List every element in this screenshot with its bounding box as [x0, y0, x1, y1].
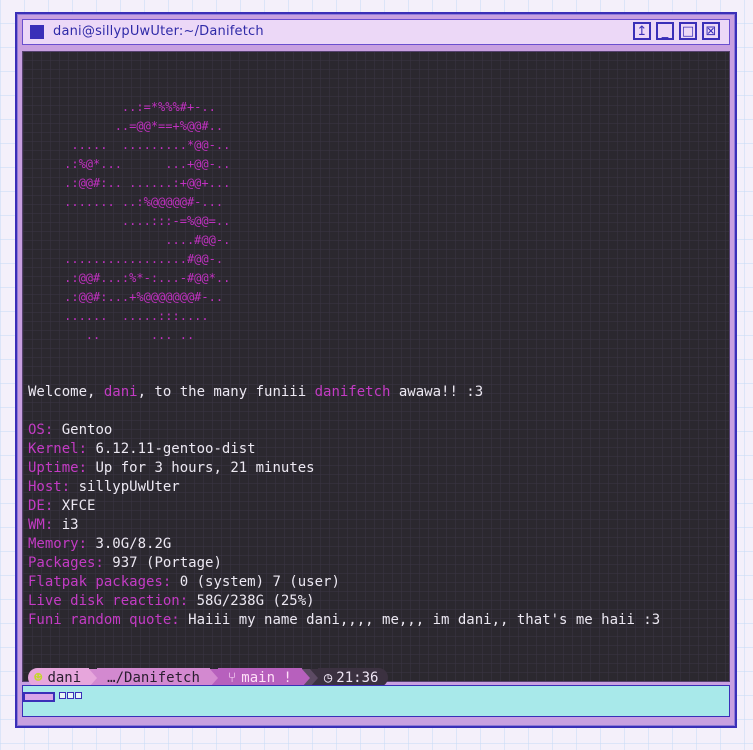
prompt-path: …/Danifetch: [107, 669, 200, 686]
info-key: Packages:: [28, 555, 104, 571]
welcome-suffix: awawa!! :3: [390, 384, 484, 400]
segment-separator-icon: [301, 668, 310, 687]
workspace-bar: [22, 685, 730, 717]
info-row-os: OS: Gentoo: [28, 421, 112, 440]
info-key: DE:: [28, 498, 54, 514]
segment-separator-icon: [309, 668, 318, 687]
info-value: sillypUwUter: [78, 479, 180, 495]
info-row-memory: Memory: 3.0G/8.2G: [28, 535, 171, 554]
info-key: Uptime:: [28, 460, 88, 476]
welcome-prefix: Welcome,: [28, 384, 104, 400]
info-key: Live disk reaction:: [28, 593, 189, 609]
info-value: 937 (Portage): [112, 555, 222, 571]
info-value: Up for 3 hours, 21 minutes: [95, 460, 315, 476]
welcome-user: dani: [103, 384, 138, 400]
title-bar[interactable]: dani@sillypUwUter:~/Danifetch ↥ _ □ ⊠: [22, 19, 730, 45]
info-value: Gentoo: [61, 422, 113, 438]
info-key: Host:: [28, 479, 71, 495]
workspace-3-button[interactable]: [67, 692, 74, 699]
close-button[interactable]: ⊠: [702, 22, 720, 40]
window-menu-icon[interactable]: [30, 25, 44, 39]
clock-icon: ◷: [323, 669, 333, 686]
info-row-disk: Live disk reaction: 58G/238G (25%): [28, 592, 315, 611]
segment-separator-icon: [209, 668, 218, 687]
git-branch-icon: ⑂: [227, 669, 237, 686]
info-key: Funi random quote:: [28, 612, 180, 628]
info-value: i3: [61, 517, 79, 533]
workspace-1-button[interactable]: [23, 692, 55, 702]
info-value: 58G/238G (25%): [196, 593, 315, 609]
prompt-branch: main !: [241, 669, 292, 686]
info-row-host: Host: sillypUwUter: [28, 478, 180, 497]
user-icon: ☻: [34, 669, 43, 686]
welcome-app-name: danifetch: [314, 384, 391, 400]
welcome-line: Welcome, dani, to the many funiii danife…: [28, 383, 483, 402]
window-title: dani@sillypUwUter:~/Danifetch: [53, 24, 264, 39]
info-row-kernel: Kernel: 6.12.11-gentoo-dist: [28, 440, 256, 459]
info-value: 0 (system) 7 (user): [179, 574, 340, 590]
info-row-flatpak: Flatpak packages: 0 (system) 7 (user): [28, 573, 340, 592]
info-row-packages: Packages: 937 (Portage): [28, 554, 222, 573]
info-key: Memory:: [28, 536, 88, 552]
info-key: Kernel:: [28, 441, 88, 457]
terminal-content[interactable]: ..:=*%%%#+-.. ..=@@*==+%@@#.. ..... ....…: [22, 51, 730, 705]
terminal-window: dani@sillypUwUter:~/Danifetch ↥ _ □ ⊠ ..…: [15, 12, 737, 728]
maximize-button[interactable]: □: [679, 22, 697, 40]
ascii-logo: ..:=*%%%#+-.. ..=@@*==+%@@#.. ..... ....…: [64, 100, 231, 342]
info-key: OS:: [28, 422, 54, 438]
sticky-button[interactable]: ↥: [633, 22, 651, 40]
info-row-quote: Funi random quote: Haiii my name dani,,,…: [28, 611, 660, 630]
info-row-wm: WM: i3: [28, 516, 79, 535]
info-value: XFCE: [61, 498, 96, 514]
info-row-de: DE: XFCE: [28, 497, 95, 516]
minimize-button[interactable]: _: [656, 22, 674, 40]
info-key: Flatpak packages:: [28, 574, 172, 590]
info-row-uptime: Uptime: Up for 3 hours, 21 minutes: [28, 459, 315, 478]
info-value: 6.12.11-gentoo-dist: [95, 441, 256, 457]
workspace-2-button[interactable]: [59, 692, 66, 699]
info-value: 3.0G/8.2G: [95, 536, 172, 552]
info-key: WM:: [28, 517, 54, 533]
segment-separator-icon: [89, 668, 98, 687]
info-value: Haiii my name dani,,,, me,,, im dani,, t…: [188, 612, 661, 628]
welcome-middle: , to the many funiii: [137, 384, 315, 400]
prompt-time: 21:36: [336, 669, 379, 686]
prompt-user: dani: [47, 669, 82, 686]
workspace-4-button[interactable]: [75, 692, 82, 699]
